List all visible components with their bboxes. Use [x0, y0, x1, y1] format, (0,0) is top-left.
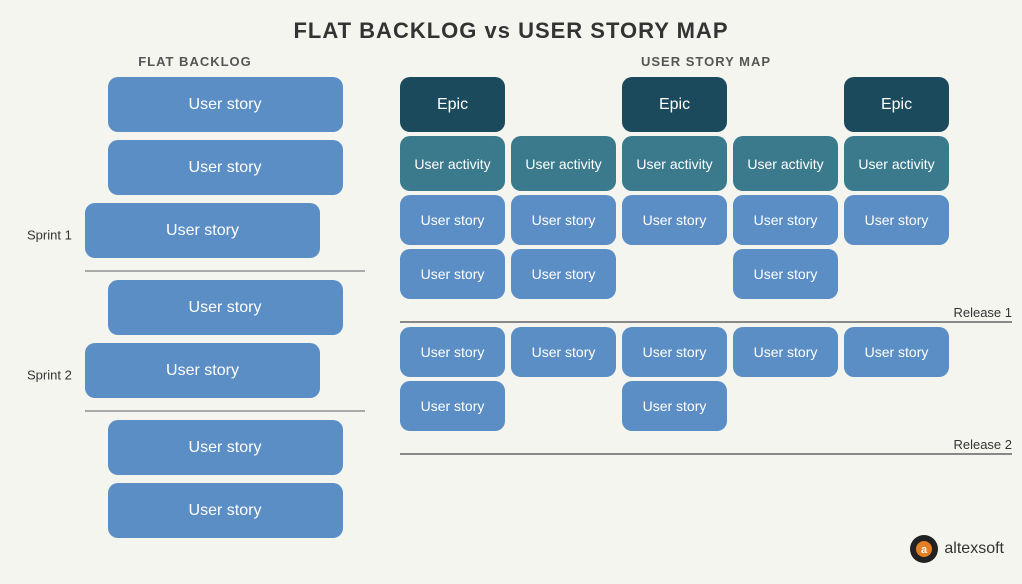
logo: a altexsoft: [910, 535, 1004, 563]
map-story-r2-0-4[interactable]: User story: [844, 327, 949, 377]
map-story-empty-2-1-4: [844, 381, 949, 431]
map-story-r1-0-0[interactable]: User story: [400, 195, 505, 245]
map-story-empty-2-1-3: [733, 381, 838, 431]
altexsoft-logo-svg: a: [915, 540, 933, 558]
activity-1[interactable]: User activity: [511, 136, 616, 191]
map-story-r1-0-3[interactable]: User story: [733, 195, 838, 245]
story-map-section: USER STORY MAP Epic Epic Epic User activ…: [380, 54, 1012, 584]
map-story-r2-0-1[interactable]: User story: [511, 327, 616, 377]
backlog-story-6[interactable]: User story: [108, 483, 343, 538]
backlog-items-list: User story User story Sprint 1 User stor…: [10, 77, 380, 546]
story-row-2-0: User story User story User story User st…: [400, 327, 1012, 377]
map-story-r2-0-0[interactable]: User story: [400, 327, 505, 377]
map-story-r1-1-1[interactable]: User story: [511, 249, 616, 299]
story-map-grid: Epic Epic Epic User activity User activi…: [400, 77, 1012, 455]
release2-label: Release 2: [953, 437, 1012, 452]
activity-4[interactable]: User activity: [844, 136, 949, 191]
map-story-r2-1-0[interactable]: User story: [400, 381, 505, 431]
release1-container: Release 1: [400, 303, 1012, 323]
backlog-story-0[interactable]: User story: [108, 77, 343, 132]
logo-text: altexsoft: [944, 540, 1004, 558]
map-story-empty-2-1-1: [511, 381, 616, 431]
backlog-story-5[interactable]: User story: [108, 420, 343, 475]
page-title: FLAT BACKLOG vs USER STORY MAP: [0, 0, 1022, 44]
release1-label: Release 1: [953, 305, 1012, 320]
flat-backlog-section: FLAT BACKLOG User story User story Sprin…: [10, 54, 380, 584]
flat-backlog-title: FLAT BACKLOG: [10, 54, 380, 69]
activity-3[interactable]: User activity: [733, 136, 838, 191]
activity-2[interactable]: User activity: [622, 136, 727, 191]
epic-4[interactable]: Epic: [844, 77, 949, 132]
sprint1-label: Sprint 1: [27, 227, 72, 242]
map-story-r1-0-4[interactable]: User story: [844, 195, 949, 245]
activity-0[interactable]: User activity: [400, 136, 505, 191]
sprint2-line: [85, 410, 365, 412]
sprint2-label: Sprint 2: [27, 367, 72, 382]
story-map-title: USER STORY MAP: [400, 54, 1012, 69]
map-story-r2-0-2[interactable]: User story: [622, 327, 727, 377]
activity-row: User activity User activity User activit…: [400, 136, 1012, 191]
map-story-r1-0-1[interactable]: User story: [511, 195, 616, 245]
epic-row: Epic Epic Epic: [400, 77, 1012, 132]
epic-2[interactable]: Epic: [622, 77, 727, 132]
map-story-r2-0-3[interactable]: User story: [733, 327, 838, 377]
map-story-empty-1-1-4: [844, 249, 949, 299]
epic-0[interactable]: Epic: [400, 77, 505, 132]
story-row-1-0: User story User story User story User st…: [400, 195, 1012, 245]
backlog-story-4[interactable]: User story: [85, 343, 320, 398]
backlog-story-3[interactable]: User story: [108, 280, 343, 335]
map-story-empty-1-1-2: [622, 249, 727, 299]
story-row-2-1: User story User story: [400, 381, 1012, 431]
map-story-r1-1-3[interactable]: User story: [733, 249, 838, 299]
logo-icon: a: [910, 535, 938, 563]
map-story-r1-1-0[interactable]: User story: [400, 249, 505, 299]
backlog-story-2[interactable]: User story: [85, 203, 320, 258]
release2-line: [400, 453, 1012, 455]
backlog-story-1[interactable]: User story: [108, 140, 343, 195]
svg-text:a: a: [921, 544, 928, 556]
map-story-r1-0-2[interactable]: User story: [622, 195, 727, 245]
story-row-1-1: User story User story User story: [400, 249, 1012, 299]
sprint1-line: [85, 270, 365, 272]
release2-container: Release 2: [400, 435, 1012, 455]
release1-line: [400, 321, 1012, 323]
map-story-r2-1-2[interactable]: User story: [622, 381, 727, 431]
